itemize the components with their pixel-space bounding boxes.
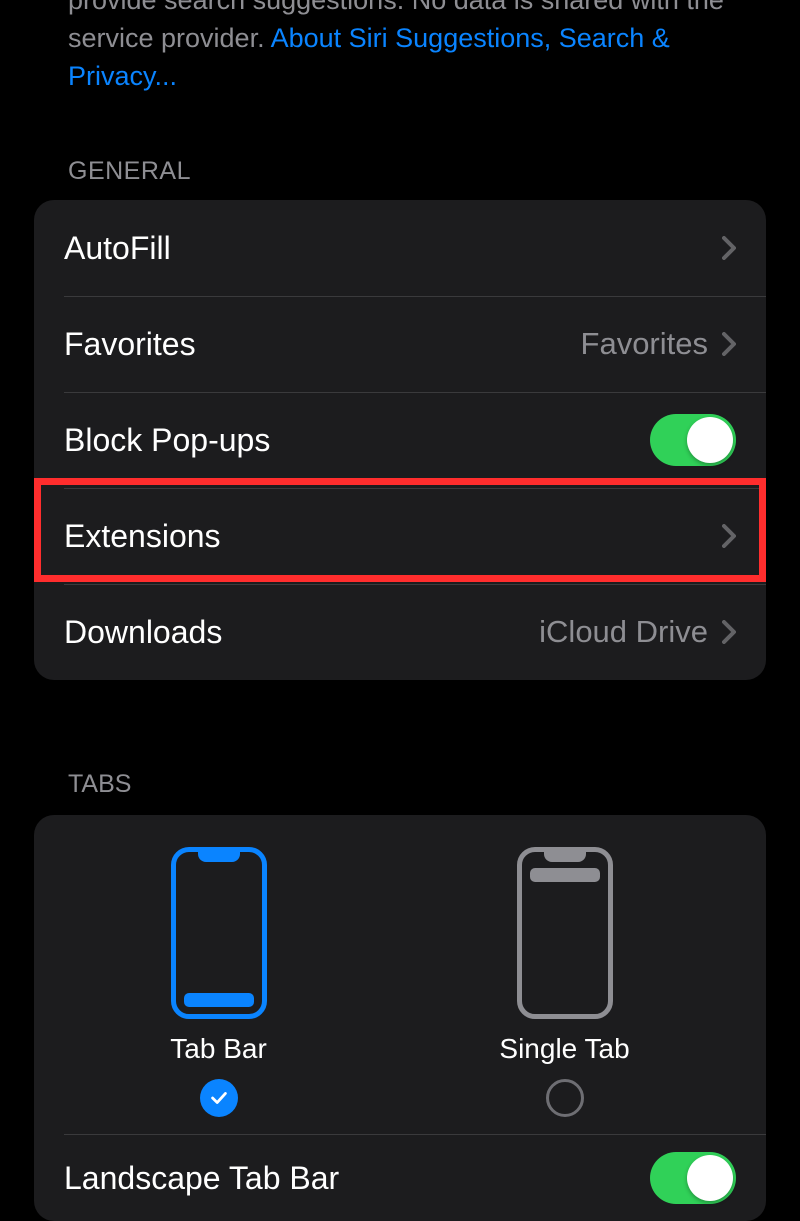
favorites-label: Favorites [64, 326, 196, 363]
extensions-label: Extensions [64, 518, 221, 555]
favorites-row[interactable]: Favorites Favorites [34, 296, 766, 392]
chevron-right-icon [722, 620, 736, 644]
toggle-knob [687, 417, 733, 463]
block-popups-toggle[interactable] [650, 414, 736, 466]
section-header-general: General [0, 157, 800, 186]
autofill-label: AutoFill [64, 230, 171, 267]
tab-bar-label: Tab Bar [170, 1033, 267, 1065]
chevron-right-icon [722, 332, 736, 356]
tabs-group: Tab Bar Single Tab Landscape Tab Bar [34, 815, 766, 1221]
single-tab-option[interactable]: Single Tab [499, 847, 629, 1117]
tab-bar-phone-icon [171, 847, 267, 1019]
block-popups-row: Block Pop-ups [34, 392, 766, 488]
downloads-row[interactable]: Downloads iCloud Drive [34, 584, 766, 680]
downloads-label: Downloads [64, 614, 222, 651]
single-tab-label: Single Tab [499, 1033, 629, 1065]
toggle-knob [687, 1155, 733, 1201]
block-popups-label: Block Pop-ups [64, 422, 270, 459]
siri-description-partial: provide search suggestions. No data is s… [0, 0, 800, 95]
landscape-tab-bar-label: Landscape Tab Bar [64, 1160, 339, 1197]
autofill-row[interactable]: AutoFill [34, 200, 766, 296]
tab-bar-option[interactable]: Tab Bar [170, 847, 267, 1117]
desc-line: provide search suggestions. No data is s… [68, 0, 679, 15]
single-tab-radio[interactable] [546, 1079, 584, 1117]
tab-bar-radio[interactable] [200, 1079, 238, 1117]
chevron-right-icon [722, 236, 736, 260]
landscape-tab-bar-toggle[interactable] [650, 1152, 736, 1204]
general-group: AutoFill Favorites Favorites Block Pop-u… [34, 200, 766, 680]
section-header-tabs: Tabs [0, 770, 800, 799]
favorites-value: Favorites [581, 326, 708, 362]
tab-layout-options: Tab Bar Single Tab [34, 847, 766, 1135]
landscape-tab-bar-row: Landscape Tab Bar [34, 1135, 766, 1221]
single-tab-phone-icon [517, 847, 613, 1019]
extensions-row[interactable]: Extensions [34, 488, 766, 584]
downloads-value: iCloud Drive [539, 614, 708, 650]
chevron-right-icon [722, 524, 736, 548]
